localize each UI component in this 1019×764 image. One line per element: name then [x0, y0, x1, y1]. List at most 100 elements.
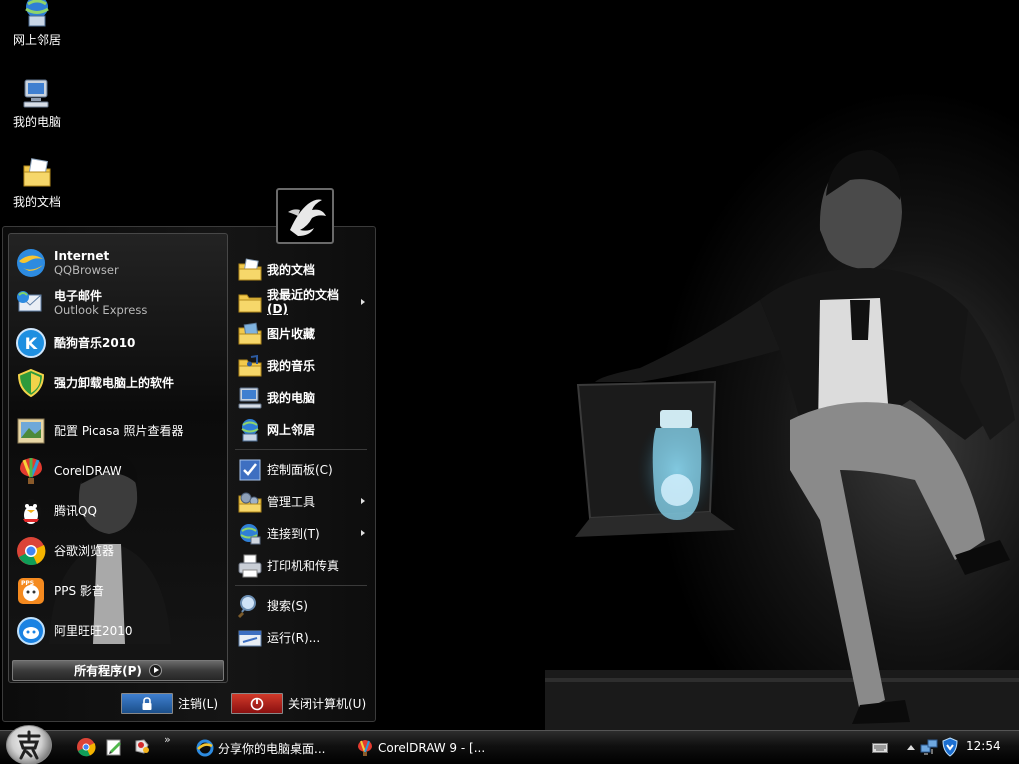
pinned-item-email[interactable]: 电子邮件 Outlook Express	[11, 284, 225, 322]
pinned-item-title: Internet	[54, 249, 110, 263]
place-label: 打印机和传真	[267, 559, 340, 573]
program-item-picasa[interactable]: 配置 Picasa 照片查看器	[11, 412, 225, 450]
place-my-documents[interactable]: 我的文档	[233, 255, 371, 285]
quicklaunch-game-icon[interactable]	[132, 737, 152, 757]
place-my-pictures[interactable]: 图片收藏	[233, 319, 371, 349]
program-item-label: 配置 Picasa 照片查看器	[54, 424, 184, 438]
place-label: 管理工具	[267, 495, 316, 509]
system-tray: 12:54	[862, 731, 1019, 764]
start-menu-places-pane: 我的文档 我最近的文档 (D) 图片收藏 我的音乐 我的电脑 网上邻居 控制面板…	[231, 233, 373, 683]
search-icon	[237, 595, 256, 619]
desktop-icon-my-computer[interactable]: 我的电脑	[0, 76, 74, 130]
taskbar-button-label: CorelDRAW 9 - [...	[378, 741, 486, 755]
place-admin-tools[interactable]: 管理工具	[233, 487, 371, 517]
all-programs-label: 所有程序(P)	[74, 664, 142, 678]
desktop-icon-label: 我的电脑	[12, 115, 61, 129]
pinned-item-subtitle: Outlook Express	[54, 303, 148, 317]
program-item-coreldraw[interactable]: CorelDRAW	[11, 452, 225, 490]
network-places-icon	[241, 419, 259, 442]
submenu-arrow-icon	[361, 299, 365, 305]
control-panel-icon	[239, 459, 261, 481]
taskbar-clock[interactable]: 12:54	[966, 739, 1001, 753]
my-computer-icon	[238, 387, 262, 409]
place-label: 控制面板(C)	[267, 463, 333, 477]
program-item-chrome[interactable]: 谷歌浏览器	[11, 532, 225, 570]
place-printers-faxes[interactable]: 打印机和传真	[233, 551, 371, 581]
program-item-pps[interactable]: PPS PPS 影音	[11, 572, 225, 610]
start-button[interactable]	[6, 725, 52, 764]
place-label: 我的音乐	[267, 359, 316, 373]
place-label: 图片收藏	[267, 327, 316, 341]
run-icon	[238, 630, 262, 647]
coreldraw-icon	[358, 740, 372, 756]
logoff-box	[121, 693, 173, 714]
admin-tools-icon	[238, 492, 262, 513]
program-item-aliwangwang[interactable]: 阿里旺旺2010	[11, 612, 225, 650]
my-music-icon	[238, 354, 262, 377]
place-label: 搜索(S)	[267, 599, 308, 613]
printer-icon	[238, 554, 262, 578]
show-hidden-icons-arrow[interactable]	[906, 743, 916, 751]
program-item-uninstaller[interactable]: 强力卸载电脑上的软件	[11, 364, 225, 402]
place-my-computer[interactable]: 我的电脑	[233, 383, 371, 413]
keyboard-icon[interactable]	[872, 743, 888, 753]
place-label: 连接到(T)	[267, 527, 320, 541]
my-computer-icon	[23, 79, 49, 108]
chrome-icon	[17, 537, 46, 566]
svg-text:K: K	[25, 334, 38, 353]
place-label: 我的文档	[267, 263, 316, 277]
place-run[interactable]: 运行(R)...	[233, 623, 371, 653]
taskbar-button-coreldraw[interactable]: CorelDRAW 9 - [...	[356, 735, 512, 761]
place-network-places[interactable]: 网上邻居	[233, 415, 371, 445]
desktop-icon-network-places[interactable]: 网上邻居	[0, 0, 74, 48]
shutdown-button[interactable]: 关闭计算机(U)	[231, 693, 366, 714]
program-item-label: 谷歌浏览器	[54, 544, 115, 558]
submenu-arrow-icon	[361, 530, 365, 536]
quicklaunch-chrome-icon[interactable]	[76, 737, 96, 757]
qq-penguin-icon	[21, 499, 41, 525]
place-label: 我最近的文档	[267, 288, 340, 302]
logoff-label: 注销(L)	[178, 697, 219, 711]
ie-icon	[196, 739, 214, 757]
place-control-panel[interactable]: 控制面板(C)	[233, 455, 371, 485]
network-places-icon	[25, 0, 49, 27]
svg-text:PPS: PPS	[21, 580, 34, 587]
quicklaunch-edit-icon[interactable]	[104, 737, 124, 757]
connect-to-icon	[240, 524, 261, 545]
kugou-music-icon: K	[16, 328, 46, 358]
picasa-icon	[17, 418, 45, 444]
pinned-item-internet[interactable]: Internet QQBrowser	[11, 244, 225, 282]
program-item-label: 强力卸载电脑上的软件	[54, 376, 175, 390]
program-item-label: 酷狗音乐2010	[54, 336, 136, 350]
program-item-label: PPS 影音	[54, 584, 104, 598]
place-label-accesskey: (D)	[267, 302, 288, 316]
quicklaunch-more-chevron[interactable]: »	[164, 733, 171, 746]
place-recent-documents[interactable]: 我最近的文档 (D)	[233, 285, 371, 319]
place-connect-to[interactable]: 连接到(T)	[233, 519, 371, 549]
desktop-icon-my-documents[interactable]: 我的文档	[0, 156, 74, 210]
taskbar-button-label: 分享你的电脑桌面...	[218, 741, 326, 756]
uninstaller-shield-icon	[17, 368, 45, 398]
network-status-icon[interactable]	[920, 738, 938, 756]
place-my-music[interactable]: 我的音乐	[233, 351, 371, 381]
pps-icon: PPS	[18, 578, 44, 604]
start-menu-programs-pane: Internet QQBrowser 电子邮件 Outlook Express …	[8, 233, 228, 683]
start-menu: Internet QQBrowser 电子邮件 Outlook Express …	[2, 188, 376, 722]
security-shield-icon[interactable]	[942, 737, 958, 757]
place-label: 网上邻居	[267, 423, 316, 437]
program-item-kugou[interactable]: K 酷狗音乐2010	[11, 324, 225, 362]
place-search[interactable]: 搜索(S)	[233, 591, 371, 621]
pinned-item-subtitle: QQBrowser	[54, 263, 119, 277]
place-label: 运行(R)...	[267, 631, 321, 645]
shutdown-box	[231, 693, 283, 714]
place-label: 我的电脑	[267, 391, 316, 405]
start-logo-icon	[17, 730, 41, 760]
logoff-button[interactable]: 注销(L)	[121, 693, 218, 714]
program-item-label: 阿里旺旺2010	[54, 624, 133, 638]
outlook-express-icon	[17, 291, 42, 312]
all-programs-button[interactable]: 所有程序(P)	[12, 660, 224, 681]
program-item-label: 腾讯QQ	[54, 504, 97, 518]
program-item-qq[interactable]: 腾讯QQ	[11, 492, 225, 530]
taskbar-button-browser[interactable]: 分享你的电脑桌面...	[196, 735, 352, 761]
start-menu-footer: 注销(L) 关闭计算机(U)	[3, 687, 375, 721]
